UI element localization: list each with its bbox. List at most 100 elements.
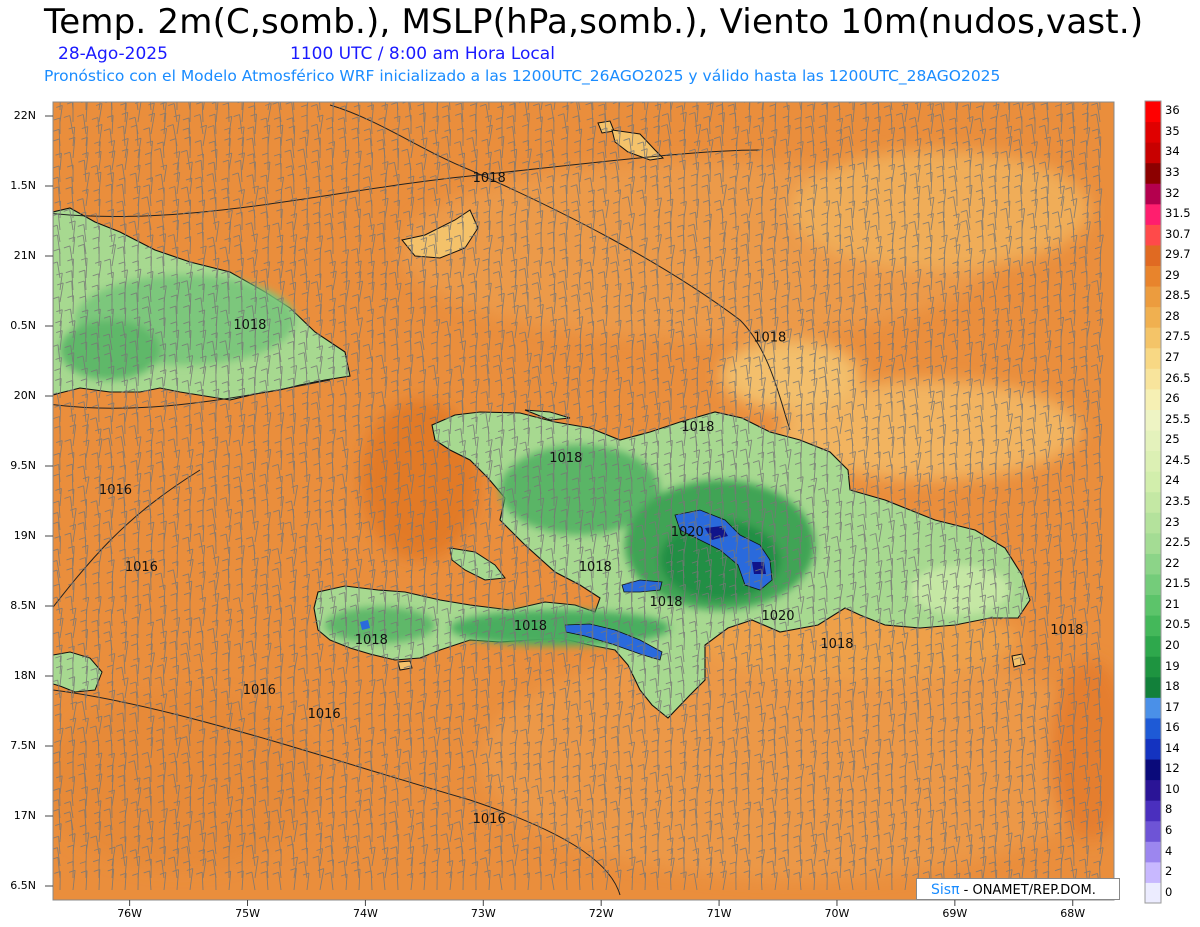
wind-barb-flag: [313, 92, 319, 94]
cool-sea-patch: [720, 340, 860, 410]
wind-barb: [85, 296, 87, 315]
wind-barb: [501, 321, 503, 339]
wind-barb-flag: [201, 89, 207, 91]
wind-barb-flag: [351, 91, 357, 93]
wind-barb-flag: [691, 91, 697, 93]
wind-barb-flag: [980, 92, 986, 94]
wind-barb-flag: [365, 90, 371, 92]
wind-barb-flag: [538, 89, 544, 91]
wind-barb-flag: [210, 93, 216, 95]
wind-barb: [188, 321, 191, 339]
wind-barb: [734, 112, 737, 135]
wind-barb: [553, 247, 556, 267]
wind-barb: [384, 117, 386, 135]
wind-barb-flag: [156, 90, 162, 92]
wind-barb: [84, 453, 87, 471]
wind-barb: [344, 105, 347, 123]
wind-barb-flag: [494, 93, 500, 95]
wind-barb-flag: [562, 90, 568, 92]
wind-barb-flag: [1094, 91, 1100, 93]
wind-barb: [670, 153, 673, 171]
wind-barb-flag: [236, 92, 242, 94]
forecast-map: 10181018101810181018101610201016 10181018…: [45, 88, 1162, 906]
wind-barb: [228, 453, 230, 471]
wind-barb-flag: [1067, 91, 1073, 93]
wind-barb: [59, 201, 62, 219]
wind-barb: [683, 186, 685, 207]
wind-barb-flag: [571, 91, 577, 93]
wind-barb-flag: [923, 92, 929, 94]
wind-barb: [813, 297, 815, 315]
wind-barb: [826, 102, 828, 123]
wind-barb-flag: [599, 93, 605, 95]
wind-barb-flag: [818, 89, 824, 91]
wind-barb-flag: [810, 91, 816, 93]
wind-barb-flag: [859, 94, 865, 96]
wind-barb-flag: [129, 90, 135, 92]
wind-barb-flag: [680, 91, 686, 93]
wind-barb: [748, 221, 751, 243]
wind-barb: [357, 137, 360, 159]
wind-barb-flag: [80, 91, 86, 93]
wind-barb-flag: [524, 93, 530, 95]
wind-barb: [552, 232, 555, 255]
wind-barb: [709, 162, 711, 183]
wind-barb: [592, 269, 594, 291]
wind-barb: [1099, 257, 1101, 279]
wind-barb-flag: [506, 90, 512, 92]
wind-barb: [1073, 405, 1075, 423]
wind-barb: [1034, 294, 1036, 315]
wind-barb: [1047, 390, 1049, 411]
wind-barb: [449, 129, 451, 147]
wind-barb-flag: [1056, 94, 1062, 96]
wind-barb: [189, 199, 192, 219]
wind-barb: [1021, 357, 1023, 375]
wind-barb: [930, 257, 932, 279]
wind-barb: [838, 309, 841, 327]
wind-barb-flag: [329, 94, 335, 96]
wind-barb-flag: [551, 89, 557, 91]
wind-barb-flag: [1002, 92, 1008, 94]
wind-barb-flag: [1027, 94, 1033, 96]
wind-barb-flag: [759, 90, 765, 92]
wind-barb-flag: [287, 91, 293, 93]
wind-barb: [1034, 342, 1036, 363]
wind-barb: [644, 223, 646, 243]
wind-barb-flag: [265, 93, 271, 95]
wind-barb: [995, 164, 997, 183]
wind-barb: [943, 102, 945, 111]
wind-barb: [59, 368, 61, 387]
wind-barb-flag: [221, 88, 227, 90]
wind-barb: [800, 441, 802, 459]
wind-barb-flag: [629, 93, 635, 95]
wind-barb: [253, 209, 256, 231]
wind-barb-flag: [303, 93, 309, 95]
wind-barb: [787, 236, 790, 255]
wind-barb: [956, 309, 958, 327]
wind-barb: [475, 280, 478, 303]
wind-barb: [605, 353, 608, 375]
wind-barb-flag: [883, 89, 889, 91]
wind-barb: [123, 413, 126, 435]
wind-barb-flag: [472, 92, 478, 94]
wind-barb-flag: [171, 91, 177, 93]
wind-barb-flag: [792, 94, 798, 96]
wind-barb-flag: [273, 91, 279, 93]
wind-barb-flag: [390, 93, 396, 95]
wind-barb-flag: [483, 91, 489, 93]
wind-barb-flag: [896, 93, 902, 95]
wind-barb: [943, 257, 945, 279]
wind-barb: [306, 208, 308, 231]
wind-barb-flag: [715, 89, 721, 91]
wind-barb-flag: [779, 93, 785, 95]
wind-barb-flag: [66, 93, 72, 95]
wind-barb: [475, 129, 478, 147]
wind-barb: [435, 285, 438, 303]
wind-barb-flag: [615, 90, 621, 92]
wind-barb: [462, 321, 464, 339]
wind-barb: [58, 138, 61, 159]
wind-barb-flag: [872, 93, 878, 95]
wind-barb-flag: [457, 91, 463, 93]
wind-barb: [878, 164, 880, 183]
wind-barb-flag: [728, 94, 734, 96]
